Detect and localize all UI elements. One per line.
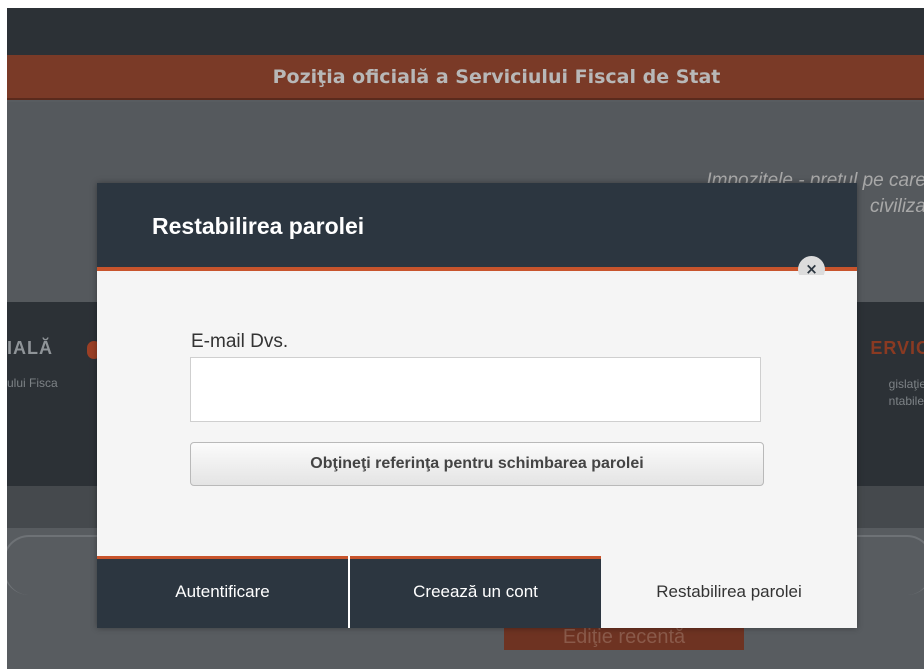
official-position-banner[interactable]: Poziţia oficială a Serviciului Fiscal de…: [7, 55, 924, 100]
nav-right-sub-line-1: gislaţie: [888, 377, 924, 391]
email-field[interactable]: [190, 357, 761, 422]
password-reset-modal: Restabilirea parolei × E-mail Dvs. Obţin…: [97, 183, 857, 628]
modal-header: Restabilirea parolei: [97, 183, 857, 271]
banner-text: Poziţia oficială a Serviciului Fiscal de…: [272, 66, 721, 88]
email-label: E-mail Dvs.: [191, 331, 289, 352]
modal-body: E-mail Dvs. Obţineţi referinţa pentru sc…: [97, 275, 857, 556]
quote-line-2: civiliza: [870, 196, 924, 217]
nav-category-right[interactable]: ERVIC: [870, 338, 924, 359]
nav-category-left[interactable]: IALĂ: [7, 338, 53, 359]
tab-create-account[interactable]: Creează un cont: [350, 556, 601, 628]
nav-category-left-sub: ului Fisca: [7, 376, 58, 390]
nav-category-right-sub: gislaţie ntabile: [889, 376, 924, 410]
top-bar: [7, 8, 924, 55]
tab-password-reset[interactable]: Restabilirea parolei: [601, 556, 857, 628]
nav-right-sub-line-2: ntabile: [888, 394, 924, 408]
modal-title: Restabilirea parolei: [152, 213, 365, 239]
modal-tabs: Autentificare Creează un cont Restabilir…: [97, 556, 857, 628]
tab-login[interactable]: Autentificare: [97, 556, 348, 628]
get-reset-link-button[interactable]: Obţineţi referinţa pentru schimbarea par…: [190, 442, 764, 486]
